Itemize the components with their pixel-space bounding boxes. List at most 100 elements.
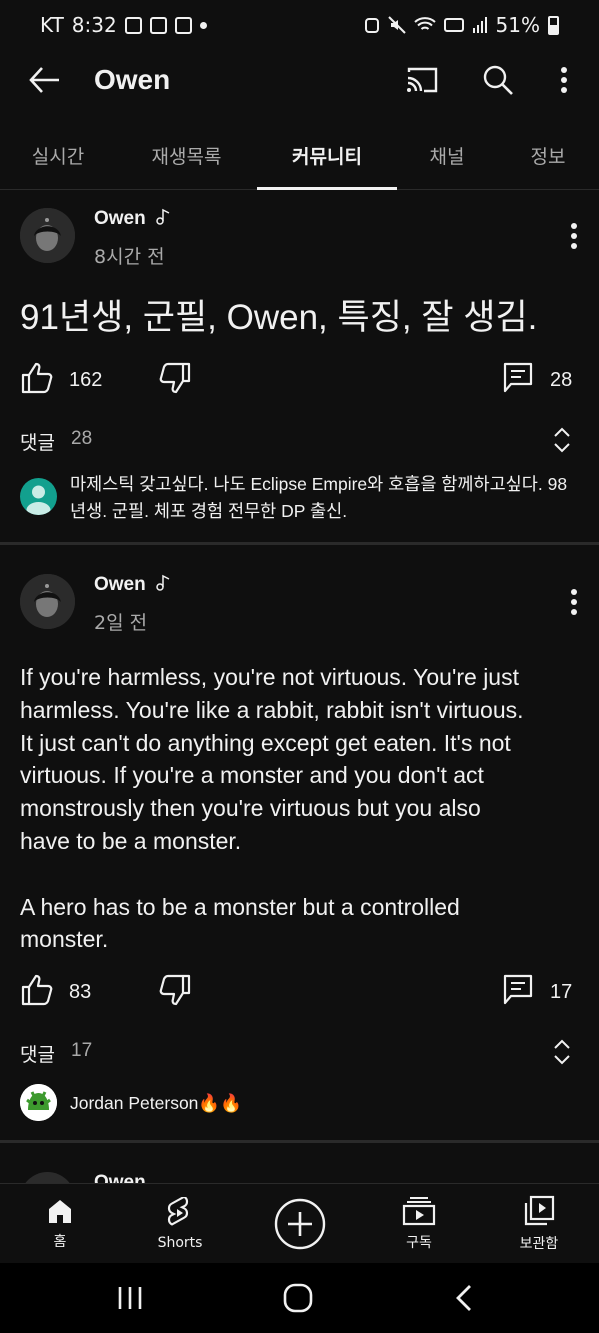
post-text-line: monstrously then you're virtuous but you… [20, 795, 481, 822]
more-vert-icon [571, 589, 577, 615]
channel-tabs: 실시간 재생목록 커뮤니티 채널 정보 [0, 120, 599, 190]
nav-shorts-label: Shorts [157, 1235, 203, 1251]
post-text-line [20, 858, 585, 891]
back-system-button[interactable] [445, 1278, 485, 1318]
tab-live[interactable]: 실시간 [0, 120, 116, 190]
unfold-icon [554, 1039, 570, 1065]
signal-icon [472, 17, 487, 33]
thumb-up-icon [21, 974, 53, 1006]
comment-count: 17 [550, 981, 573, 1003]
shorts-icon [167, 1197, 189, 1226]
library-icon [524, 1195, 555, 1226]
tab-about[interactable]: 정보 [497, 120, 599, 190]
home-system-button[interactable] [278, 1278, 318, 1318]
tab-playlists[interactable]: 재생목록 [116, 120, 257, 190]
author-name-text: Owen [94, 208, 146, 229]
create-icon [274, 1198, 326, 1250]
community-post: Owen 2일 전 If you're harmless, you're not… [0, 545, 599, 1140]
post-text-line: monster. [20, 926, 109, 953]
mute-icon [387, 16, 406, 34]
app-bar: Owen [0, 50, 599, 110]
author-avatar[interactable] [20, 1172, 75, 1183]
more-vert-icon [571, 223, 577, 249]
nav-subscriptions-label: 구독 [406, 1235, 432, 1251]
chevron-left-icon [456, 1285, 471, 1311]
commenter-avatar-image [20, 1084, 57, 1121]
twitch-notification-icon [149, 16, 167, 34]
community-post: Owen 8시간 전 91년생, 군필, Owen, 특징, 잘 생김. 162… [0, 191, 599, 542]
thumb-down-icon [159, 362, 191, 394]
alarm-icon [364, 18, 379, 33]
system-navigation-bar [0, 1263, 599, 1333]
dislike-button[interactable] [158, 361, 192, 395]
comments-button[interactable] [503, 974, 533, 1006]
like-button[interactable] [20, 361, 54, 395]
clock: 8:32 [71, 13, 117, 37]
comments-button[interactable] [503, 362, 533, 394]
channel-title: Owen [94, 64, 171, 95]
recent-apps-icon [118, 1287, 142, 1309]
comment-icon [503, 974, 533, 1005]
top-comment-text: Jordan Peterson🔥🔥 [70, 1093, 242, 1113]
post-time: 2일 전 [94, 612, 148, 634]
post-text-line: A hero has to be a monster but a control… [20, 893, 460, 920]
more-options-button[interactable] [546, 60, 582, 100]
thumb-up-icon [21, 362, 53, 394]
comments-total: 17 [71, 1040, 93, 1061]
expand-comments-button[interactable] [550, 425, 574, 455]
nav-library[interactable]: 보관함 [489, 1184, 589, 1264]
nav-home[interactable]: 홈 [10, 1184, 110, 1264]
post-text: 91년생, 군필, Owen, 특징, 잘 생김. [20, 298, 538, 337]
battery-percent: 51% [495, 13, 540, 37]
like-button[interactable] [20, 973, 54, 1007]
post-more-button[interactable] [560, 582, 588, 622]
like-count: 162 [69, 369, 103, 391]
top-comment-text: 마제스틱 갖고싶다. 나도 Eclipse Empire와 호흡을 함께하고싶다… [70, 474, 568, 521]
author-name-text: Owen [94, 574, 146, 595]
comments-total: 28 [71, 428, 93, 449]
author-avatar[interactable] [20, 208, 75, 263]
avatar-image [20, 574, 75, 629]
tab-channels[interactable]: 채널 [397, 120, 497, 190]
cast-button[interactable] [402, 60, 442, 100]
battery-icon [548, 15, 559, 35]
nav-home-label: 홈 [53, 1234, 67, 1250]
carrier: KT [40, 13, 64, 37]
author-name-text: Owen [94, 1172, 146, 1183]
default-avatar-image [20, 478, 57, 515]
comments-label: 댓글 [20, 1044, 55, 1066]
nav-create[interactable] [250, 1184, 350, 1264]
thumb-down-icon [159, 974, 191, 1006]
author-name[interactable]: Owen [94, 574, 171, 596]
dislike-button[interactable] [158, 973, 192, 1007]
post-text-line: have to be a monster. [20, 827, 242, 854]
comment-icon [503, 362, 533, 393]
gallery-notification-icon [124, 16, 142, 34]
music-note-icon [156, 574, 170, 591]
post-text: If you're harmless, you're not virtuous.… [20, 661, 585, 956]
subscriptions-icon [402, 1197, 436, 1226]
commenter-avatar[interactable] [20, 478, 57, 515]
tab-community[interactable]: 커뮤니티 [257, 120, 397, 190]
author-name[interactable]: Owen [94, 1172, 146, 1183]
expand-comments-button[interactable] [550, 1037, 574, 1067]
post-text-line: If you're harmless, you're not virtuous.… [20, 664, 519, 690]
author-name[interactable]: Owen [94, 208, 171, 230]
nav-subscriptions[interactable]: 구독 [369, 1184, 469, 1264]
more-vert-icon [561, 67, 567, 93]
more-notifications-dot-icon [199, 21, 207, 29]
back-arrow-icon [29, 67, 59, 93]
wifi-icon [413, 17, 436, 30]
back-button[interactable] [24, 60, 64, 100]
commenter-avatar[interactable] [20, 1084, 57, 1121]
post-text-line: It just can't do anything except get eat… [20, 729, 511, 756]
author-avatar[interactable] [20, 574, 75, 629]
search-button[interactable] [478, 60, 518, 100]
post-more-button[interactable] [560, 216, 588, 256]
music-note-icon [156, 208, 170, 225]
post-time: 8시간 전 [94, 246, 165, 268]
hd-voice-icon [443, 18, 464, 32]
unfold-icon [554, 427, 570, 453]
recent-apps-button[interactable] [110, 1278, 150, 1318]
nav-shorts[interactable]: Shorts [130, 1184, 230, 1264]
